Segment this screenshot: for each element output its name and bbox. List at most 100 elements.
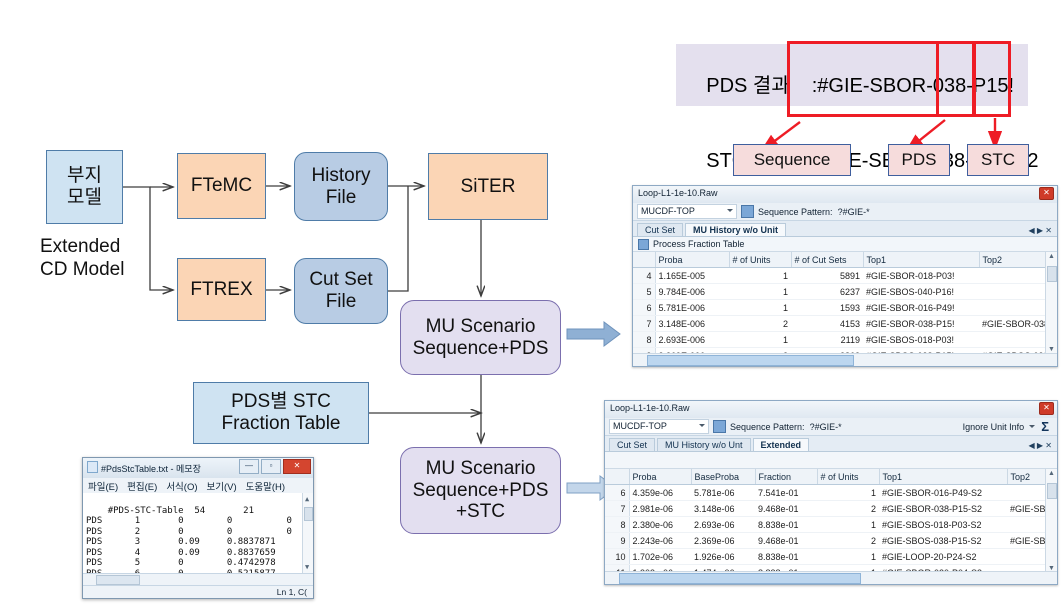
scrollbar-thumb[interactable] bbox=[1047, 483, 1057, 499]
cell-proba: 2.243e-06 bbox=[629, 532, 691, 549]
menu-file[interactable]: 파일(E) bbox=[88, 479, 118, 493]
scroll-up-icon[interactable]: ▲ bbox=[1048, 470, 1055, 477]
col-proba[interactable]: Proba bbox=[629, 469, 692, 485]
process-fraction-bar[interactable]: Process Fraction Table bbox=[633, 237, 1057, 252]
horizontal-scrollbar[interactable] bbox=[633, 353, 1057, 366]
tab-bar[interactable]: Cut Set MU History w/o Unt Extended ◀ ▶ … bbox=[605, 436, 1057, 452]
table-row[interactable]: 8 2.380e-06 2.693e-06 8.838e-01 1 #GIE-SBOS-0… bbox=[605, 516, 1057, 533]
window-controls[interactable]: — ▫ ✕ bbox=[239, 459, 311, 474]
menu-help[interactable]: 도움말(H) bbox=[246, 479, 285, 493]
scroll-up-icon[interactable]: ▲ bbox=[305, 494, 309, 505]
cell-baseproba: 3.148e-06 bbox=[691, 500, 755, 517]
col-proba[interactable]: Proba bbox=[655, 252, 730, 268]
window-toolbar[interactable]: MUCDF-TOP Sequence Pattern: ?#GIE-* bbox=[633, 203, 1057, 221]
notepad-textarea[interactable]: #PDS-STC-Table 54 21 PDS 1 0 0 0 PDS 2 0… bbox=[83, 493, 313, 573]
ignore-unit-info-label[interactable]: Ignore Unit Info bbox=[963, 422, 1025, 432]
tab-mu-history[interactable]: MU History w/o Unit bbox=[685, 223, 787, 236]
tab-mu-history[interactable]: MU History w/o Unt bbox=[657, 438, 751, 451]
extended-table[interactable]: Proba BaseProba Fraction # of Units Top1… bbox=[605, 469, 1057, 584]
model-select[interactable]: MUCDF-TOP bbox=[637, 204, 737, 219]
notepad-menubar[interactable]: 파일(E) 편집(E) 서식(O) 보기(V) 도움말(H) bbox=[83, 478, 313, 493]
tab-nav-controls[interactable]: ◀ ▶ ✕ bbox=[1029, 226, 1052, 235]
table-icon bbox=[638, 238, 649, 250]
callout-box-stc: STC bbox=[967, 144, 1029, 176]
process-fraction-label: Process Fraction Table bbox=[653, 239, 745, 249]
tab-bar[interactable]: Cut Set MU History w/o Unit ◀ ▶ ✕ bbox=[633, 221, 1057, 237]
scroll-up-icon[interactable]: ▲ bbox=[1048, 253, 1055, 260]
cell-baseproba: 1.926e-06 bbox=[691, 548, 755, 565]
cell-proba: 2.981e-06 bbox=[629, 500, 691, 517]
sigma-icon[interactable]: Σ bbox=[1041, 419, 1049, 434]
vertical-scrollbar[interactable]: ▲ ▼ bbox=[1045, 252, 1057, 354]
close-button[interactable]: ✕ bbox=[283, 459, 311, 474]
flow-box-ftrex: FTREX bbox=[177, 258, 266, 321]
mu-history-table[interactable]: Proba # of Units # of Cut Sets Top1 Top2… bbox=[633, 252, 1057, 366]
menu-view[interactable]: 보기(V) bbox=[207, 479, 237, 493]
table-row[interactable]: 5 9.784E-006 1 6237 #GIE-SBOS-040-P16! bbox=[633, 283, 1057, 300]
scrollbar-thumb[interactable] bbox=[304, 507, 313, 521]
tab-extended[interactable]: Extended bbox=[752, 438, 810, 451]
hscrollbar-thumb[interactable] bbox=[647, 355, 854, 366]
col-index bbox=[633, 252, 656, 268]
col-baseproba[interactable]: BaseProba bbox=[691, 469, 756, 485]
table-row[interactable]: 4 1.165E-005 1 5891 #GIE-SBOR-018-P03! bbox=[633, 267, 1057, 284]
cell-top1: #GIE-SBOR-016-P49! bbox=[863, 299, 979, 316]
cell-index: 6 bbox=[633, 299, 656, 316]
cell-proba: 1.165E-005 bbox=[655, 267, 729, 284]
model-select[interactable]: MUCDF-TOP bbox=[609, 419, 709, 434]
tab-cut-set[interactable]: Cut Set bbox=[609, 438, 656, 451]
notepad-horizontal-scrollbar[interactable] bbox=[83, 573, 313, 585]
table-row[interactable]: 6 5.781E-006 1 1593 #GIE-SBOR-016-P49! bbox=[633, 299, 1057, 316]
maximize-button[interactable]: ▫ bbox=[261, 459, 281, 474]
close-icon[interactable]: ✕ bbox=[1039, 402, 1054, 415]
chevron-down-icon[interactable] bbox=[1029, 425, 1036, 428]
col-fraction[interactable]: Fraction bbox=[755, 469, 818, 485]
col-units[interactable]: # of Units bbox=[817, 469, 880, 485]
scrollbar-thumb[interactable] bbox=[1047, 266, 1057, 282]
grid-icon[interactable] bbox=[713, 420, 726, 433]
cell-index: 9 bbox=[605, 532, 630, 549]
notepad-content: #PDS-STC-Table 54 21 PDS 1 0 0 0 PDS 2 0… bbox=[86, 505, 292, 574]
flow-label-extended-cd-model: Extended CD Model bbox=[40, 236, 125, 280]
notepad-vertical-scrollbar[interactable]: ▲ ▼ bbox=[302, 493, 313, 573]
col-units[interactable]: # of Units bbox=[729, 252, 792, 268]
menu-format[interactable]: 서식(O) bbox=[166, 479, 197, 493]
window-mu-history[interactable]: Loop-L1-1e-10.Raw ✕ MUCDF-TOP Sequence P… bbox=[632, 185, 1058, 367]
window-notepad[interactable]: #PdsStcTable.txt - 메모장 — ▫ ✕ 파일(E) 편집(E)… bbox=[82, 457, 314, 599]
close-icon[interactable]: ✕ bbox=[1039, 187, 1054, 200]
scroll-down-icon[interactable]: ▼ bbox=[1048, 346, 1055, 353]
col-top1[interactable]: Top1 bbox=[879, 469, 1008, 485]
cell-units: 1 bbox=[817, 516, 879, 533]
sequence-pattern-label: Sequence Pattern: bbox=[730, 421, 805, 432]
hscrollbar-thumb[interactable] bbox=[96, 575, 140, 585]
vertical-scrollbar[interactable]: ▲ ▼ bbox=[1045, 469, 1057, 573]
hscrollbar-thumb[interactable] bbox=[619, 573, 861, 584]
window-toolbar[interactable]: MUCDF-TOP Sequence Pattern: ?#GIE-* Igno… bbox=[605, 418, 1057, 436]
flow-box-ftemc: FTeMC bbox=[177, 153, 266, 219]
horizontal-scrollbar[interactable] bbox=[605, 571, 1057, 584]
window-titlebar[interactable]: Loop-L1-1e-10.Raw ✕ bbox=[633, 186, 1057, 203]
table-row[interactable]: 7 2.981e-06 3.148e-06 9.468e-01 2 #GIE-SBOR-0… bbox=[605, 500, 1057, 517]
table-row[interactable]: 7 3.148E-006 2 4153 #GIE-SBOR-038-P15! #GIE-S… bbox=[633, 315, 1057, 332]
grid-icon[interactable] bbox=[741, 205, 754, 218]
table-row[interactable]: 10 1.702e-06 1.926e-06 8.838e-01 1 #GIE-LOOP-… bbox=[605, 548, 1057, 565]
tab-cut-set[interactable]: Cut Set bbox=[637, 223, 684, 236]
table-row[interactable]: 8 2.693E-006 1 2119 #GIE-SBOS-018-P03! bbox=[633, 331, 1057, 348]
sequence-pattern-value[interactable]: ?#GIE-* bbox=[838, 207, 870, 217]
cell-fraction: 9.468e-01 bbox=[755, 500, 817, 517]
tab-nav-controls[interactable]: ◀ ▶ ✕ bbox=[1029, 441, 1052, 450]
cell-top1: #GIE-SBOS-040-P16! bbox=[863, 283, 979, 300]
notepad-titlebar[interactable]: #PdsStcTable.txt - 메모장 — ▫ ✕ bbox=[83, 458, 313, 478]
table-body: 6 4.359e-06 5.781e-06 7.541e-01 1 #GIE-SBOR-0… bbox=[605, 484, 1057, 584]
menu-edit[interactable]: 편집(E) bbox=[127, 479, 157, 493]
scroll-down-icon[interactable]: ▼ bbox=[305, 562, 309, 573]
minimize-button[interactable]: — bbox=[239, 459, 259, 474]
cell-top1: #GIE-SBOS-018-P03-S2 bbox=[879, 516, 1007, 533]
sequence-pattern-value[interactable]: ?#GIE-* bbox=[810, 422, 842, 432]
col-top1[interactable]: Top1 bbox=[863, 252, 980, 268]
window-titlebar[interactable]: Loop-L1-1e-10.Raw ✕ bbox=[605, 401, 1057, 418]
table-row[interactable]: 6 4.359e-06 5.781e-06 7.541e-01 1 #GIE-SBOR-0… bbox=[605, 484, 1057, 501]
window-extended[interactable]: Loop-L1-1e-10.Raw ✕ MUCDF-TOP Sequence P… bbox=[604, 400, 1058, 585]
table-row[interactable]: 9 2.243e-06 2.369e-06 9.468e-01 2 #GIE-SBOS-0… bbox=[605, 532, 1057, 549]
col-cutsets[interactable]: # of Cut Sets bbox=[791, 252, 864, 268]
